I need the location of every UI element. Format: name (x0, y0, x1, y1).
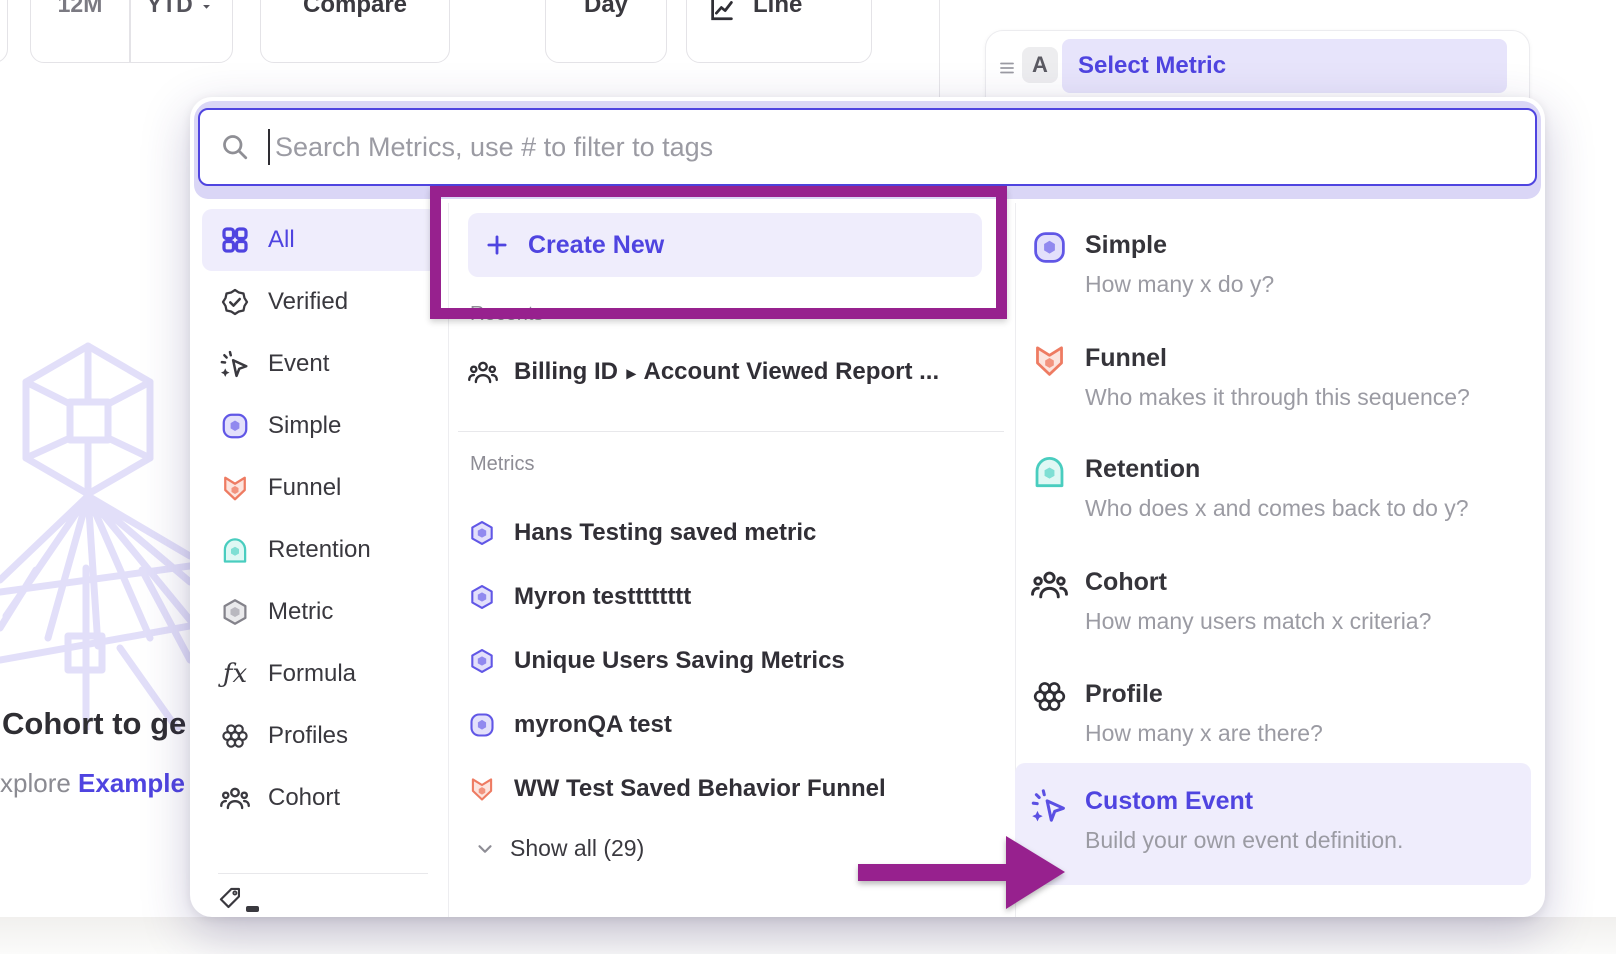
empty-state-headline-fragment: Cohort to ge (2, 706, 186, 742)
drag-handle-icon[interactable] (998, 59, 1016, 77)
page-bottom-band (0, 917, 1616, 954)
cohort-people-icon (468, 357, 498, 387)
metric-list-item[interactable]: WW Test Saved Behavior Funnel (468, 764, 886, 814)
simple-metric-icon (468, 711, 496, 739)
tag-icon (217, 885, 244, 912)
chart-type-button[interactable]: Line (686, 0, 872, 63)
type-option-custom-event[interactable]: Custom Event Build your own event defini… (1015, 763, 1531, 885)
screen: 12M YTD Compare Day Line A Select Metric (0, 0, 1616, 954)
recents-divider (458, 431, 1004, 432)
metric-list-item[interactable]: myronQA test (468, 700, 672, 750)
formula-fx-icon: ƒx (220, 659, 250, 689)
type-option-cohort[interactable]: Cohort How many users match x criteria? (1015, 552, 1531, 635)
clipped-sidebar-label (246, 906, 259, 912)
caret-down-icon (199, 0, 214, 14)
sidebar-item-formula[interactable]: ƒx Formula (202, 643, 438, 705)
grid-icon (220, 225, 250, 255)
type-option-retention[interactable]: Retention Who does x and comes back to d… (1015, 439, 1531, 522)
metric-hexagon-icon (468, 583, 496, 611)
select-metric-label: Select Metric (1078, 52, 1226, 80)
toolbar-button-sliver[interactable] (0, 0, 8, 63)
search-bar[interactable] (198, 108, 1537, 186)
sidebar-item-verified[interactable]: Verified (202, 271, 438, 333)
metric-hexagon-icon (468, 519, 496, 547)
cohort-people-icon (1031, 566, 1068, 603)
sidebar-divider (218, 873, 428, 874)
type-option-funnel[interactable]: Funnel Who makes it through this sequenc… (1015, 328, 1531, 411)
empty-state-subtext: xplore Example (0, 768, 185, 799)
event-cursor-icon (220, 349, 250, 379)
type-option-simple[interactable]: Simple How many x do y? (1015, 215, 1531, 298)
compare-button[interactable]: Compare (260, 0, 450, 63)
metrics-header: Metrics (470, 453, 534, 476)
show-all-button[interactable]: Show all (29) (474, 835, 644, 862)
interval-button[interactable]: Day (545, 0, 667, 63)
sidebar-item-event[interactable]: Event (202, 333, 438, 395)
custom-event-cursor-icon (1031, 787, 1068, 824)
simple-metric-icon (220, 411, 250, 441)
sidebar-item-simple[interactable]: Simple (202, 395, 438, 457)
text-cursor (268, 129, 270, 165)
example-link[interactable]: Example (78, 768, 185, 798)
search-input[interactable] (273, 131, 1535, 164)
profiles-flower-icon (1031, 678, 1068, 715)
category-sidebar: All Verified Event Simple Funnel Retenti… (202, 209, 438, 829)
sidebar-item-metric[interactable]: Metric (202, 581, 438, 643)
metric-hexagon-icon (220, 597, 250, 627)
metric-hexagon-icon (468, 647, 496, 675)
chevron-down-icon (474, 838, 496, 860)
recent-item[interactable]: Billing ID ▸ Account Viewed Report ... (468, 349, 939, 395)
funnel-icon (220, 473, 250, 503)
breadcrumb-arrow-icon: ▸ (627, 363, 636, 383)
sidebar-item-funnel[interactable]: Funnel (202, 457, 438, 519)
empty-state-wireframe-art (0, 330, 190, 730)
retention-icon (1031, 453, 1068, 490)
verified-seal-icon (220, 287, 250, 317)
metric-list-item[interactable]: Hans Testing saved metric (468, 508, 816, 558)
type-option-profile[interactable]: Profile How many x are there? (1015, 664, 1531, 747)
sidebar-item-cohort[interactable]: Cohort (202, 767, 438, 829)
metric-list-item[interactable]: Unique Users Saving Metrics (468, 636, 845, 686)
funnel-icon (468, 775, 496, 803)
series-badge: A (1022, 47, 1058, 83)
annotation-arrow (828, 820, 1073, 925)
retention-icon (220, 535, 250, 565)
annotation-highlight-box (430, 186, 1007, 319)
sidebar-item-all[interactable]: All (202, 209, 438, 271)
metric-list-item[interactable]: Myron testttttttt (468, 572, 691, 622)
select-metric-pill[interactable]: Select Metric (1062, 39, 1507, 93)
profiles-flower-icon (220, 721, 250, 751)
sidebar-item-profiles[interactable]: Profiles (202, 705, 438, 767)
sidebar-item-retention[interactable]: Retention (202, 519, 438, 581)
range-ytd-button[interactable]: YTD (129, 0, 232, 18)
range-12m-button[interactable]: 12M (31, 0, 129, 18)
simple-metric-icon (1031, 229, 1068, 266)
funnel-icon (1031, 342, 1068, 379)
cohort-people-icon (220, 783, 250, 813)
search-icon (220, 132, 250, 162)
date-range-segmented-control[interactable]: 12M YTD (30, 0, 233, 63)
